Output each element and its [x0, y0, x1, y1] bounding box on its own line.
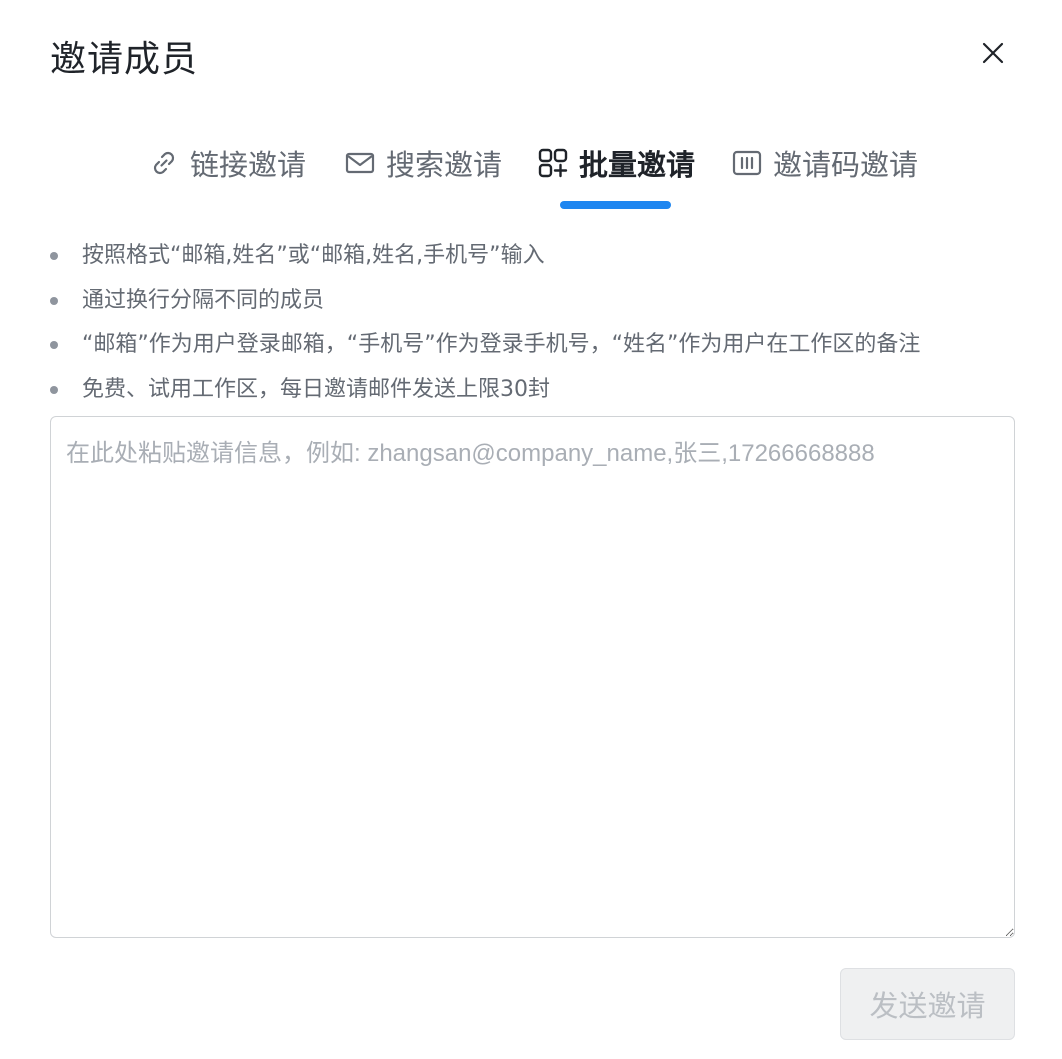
rule-item: 免费、试用工作区，每日邀请邮件发送上限30封: [50, 368, 920, 413]
tab-bulk-invite[interactable]: 批量邀请: [537, 140, 695, 186]
bullet-icon: [50, 296, 58, 305]
code-icon: [731, 147, 763, 179]
tab-bulk-invite-label: 批量邀请: [579, 148, 696, 182]
link-icon: [148, 147, 180, 179]
rule-text: 按照格式“邮箱,姓名”或“邮箱,姓名,手机号”输入: [82, 243, 545, 268]
tab-search-invite-label: 搜索邀请: [386, 148, 503, 182]
invite-members-dialog: 邀请成员 链接邀请 搜索邀请 批量邀请 邀请码邀请 按照格式“邮箱,姓名”或“邮…: [0, 0, 1062, 1059]
bullet-icon: [50, 252, 58, 260]
dialog-title: 邀请成员: [50, 39, 199, 80]
close-button[interactable]: [977, 37, 1009, 69]
tab-link-invite-label: 链接邀请: [190, 148, 307, 182]
bullet-icon: [50, 341, 58, 349]
tab-search-invite[interactable]: 搜索邀请: [344, 140, 502, 186]
close-icon: [982, 42, 1004, 64]
send-invite-button[interactable]: 发送邀请: [840, 968, 1015, 1040]
rule-text: 通过换行分隔不同的成员: [82, 287, 325, 313]
invite-rules-list: 按照格式“邮箱,姓名”或“邮箱,姓名,手机号”输入 通过换行分隔不同的成员 “邮…: [50, 234, 920, 412]
rule-item: 按照格式“邮箱,姓名”或“邮箱,姓名,手机号”输入: [50, 234, 920, 279]
invite-info-field-wrapper: [50, 416, 1015, 938]
rule-item: “邮箱”作为用户登录邮箱，“手机号”作为登录手机号，“姓名”作为用户在工作区的备…: [50, 323, 920, 368]
tab-link-invite[interactable]: 链接邀请: [148, 140, 306, 186]
active-tab-indicator: [560, 201, 671, 209]
bullet-icon: [50, 385, 58, 394]
bulk-add-icon: [537, 147, 569, 179]
rule-text: 免费、试用工作区，每日邀请邮件发送上限30封: [82, 376, 550, 402]
rule-item: 通过换行分隔不同的成员: [50, 279, 920, 324]
tab-code-invite[interactable]: 邀请码邀请: [731, 140, 918, 186]
invite-info-textarea[interactable]: [50, 416, 1015, 938]
mail-icon: [344, 147, 376, 179]
rule-text: “邮箱”作为用户登录邮箱，“手机号”作为登录手机号，“姓名”作为用户在工作区的备…: [82, 332, 921, 357]
tab-code-invite-label: 邀请码邀请: [773, 148, 919, 182]
invite-tabs: 链接邀请 搜索邀请 批量邀请 邀请码邀请: [0, 140, 1062, 212]
